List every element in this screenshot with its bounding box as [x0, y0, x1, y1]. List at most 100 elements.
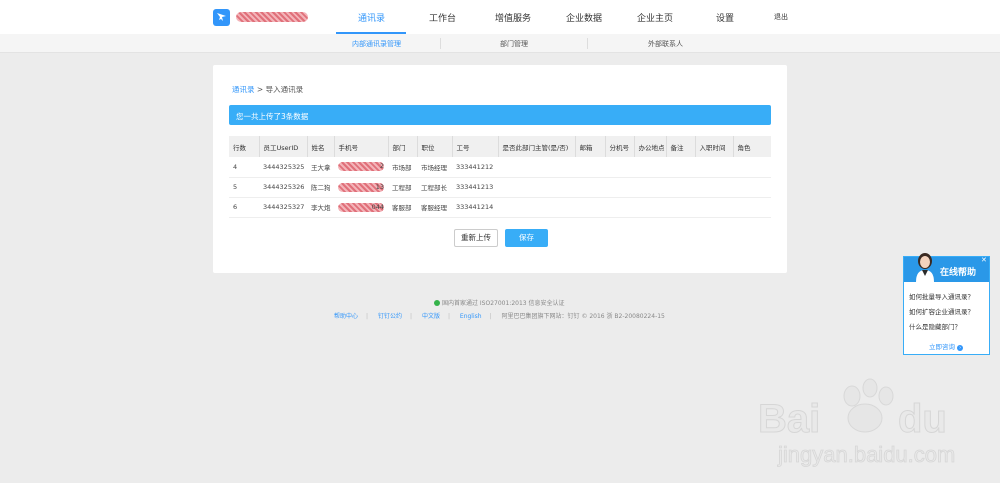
phone-redacted: 2	[338, 162, 384, 172]
col-dept: 部门	[387, 136, 417, 157]
subnav-divider	[587, 38, 588, 49]
cell-empty	[733, 177, 771, 198]
cell-empty	[666, 197, 695, 218]
cell-userid: 3444325326	[259, 177, 307, 198]
help-question-2[interactable]: 如何扩容企业通讯录？	[909, 306, 974, 316]
cell-title: 客服经理	[417, 197, 452, 218]
col-empno: 工号	[451, 136, 498, 157]
col-remark: 备注	[665, 136, 695, 157]
logout-link[interactable]: 退出	[774, 12, 788, 22]
footer-separator: |	[489, 313, 492, 320]
subnav-internal-contacts[interactable]: 内部通讯录管理	[352, 39, 401, 49]
cell-name: 陈二狗	[307, 177, 334, 198]
cell-dept: 客服部	[388, 197, 417, 218]
reupload-button[interactable]: 重新上传	[454, 229, 498, 247]
help-title: 在线帮助	[940, 268, 977, 278]
top-nav: 通讯录 工作台 增值服务 企业数据 企业主页 设置 退出	[0, 0, 1000, 34]
cell-dept: 工程部	[388, 177, 417, 198]
col-title: 职位	[416, 136, 452, 157]
col-name: 姓名	[306, 136, 334, 157]
nav-workbench[interactable]: 工作台	[429, 11, 456, 24]
cell-empty	[498, 197, 575, 218]
svg-text:jingyan.baidu.com: jingyan.baidu.com	[777, 442, 955, 467]
cell-empno: 333441213	[452, 177, 498, 198]
breadcrumb-current: 导入通讯录	[265, 85, 304, 94]
dingtalk-logo-icon[interactable]	[213, 9, 230, 26]
table-row: 4 3444325325 王大拿 2 市场部 市场经理 333441212	[229, 157, 771, 178]
svg-text:du: du	[898, 397, 947, 441]
chevron-right-icon: ›	[957, 345, 964, 351]
cell-empty	[634, 157, 666, 178]
help-question-1[interactable]: 如何批量导入通讯录？	[909, 291, 974, 301]
breadcrumb-root[interactable]: 通讯录	[232, 85, 255, 94]
breadcrumb-separator: >	[256, 85, 264, 94]
cell-row: 4	[229, 157, 259, 178]
col-email: 邮箱	[574, 136, 605, 157]
cell-phone: 13	[334, 177, 388, 198]
cell-empty	[575, 177, 605, 198]
cell-dept: 市场部	[388, 157, 417, 178]
breadcrumb: 通讯录 > 导入通讯录	[232, 84, 303, 95]
help-question-3[interactable]: 什么是隐藏部门？	[909, 321, 961, 331]
phone-redacted: 044	[338, 202, 384, 212]
cell-title: 工程部长	[417, 177, 452, 198]
cell-empty	[733, 197, 771, 218]
cert-text: 国内首家通过 ISO27001:2013 信息安全认证	[442, 300, 565, 307]
security-cert: 国内首家通过 ISO27001:2013 信息安全认证	[434, 298, 565, 307]
footer-separator: |	[447, 313, 450, 320]
phone-tail: 044	[371, 202, 384, 211]
cell-empno: 333441214	[452, 197, 498, 218]
cell-empty	[498, 157, 575, 178]
cell-name: 李大炮	[307, 197, 334, 218]
cell-phone: 2	[334, 157, 388, 178]
footer-convention[interactable]: 钉钉公约	[378, 313, 402, 320]
consult-now-link[interactable]: 立即咨询 ›	[929, 341, 964, 351]
cell-userid: 3444325327	[259, 197, 307, 218]
save-button[interactable]: 保存	[505, 229, 548, 247]
subnav-external-contacts[interactable]: 外部联系人	[648, 39, 683, 49]
cell-userid: 3444325325	[259, 157, 307, 178]
footer-english[interactable]: English	[460, 313, 482, 320]
redaction-mark	[338, 162, 384, 172]
footer-chinese[interactable]: 中文版	[422, 313, 440, 320]
cell-empty	[695, 177, 733, 198]
col-userid: 员工UserID	[258, 136, 307, 157]
col-phone: 手机号	[333, 136, 388, 157]
phone-tail: 13	[375, 182, 384, 191]
col-hire-date: 入职时间	[694, 136, 733, 157]
upload-summary-banner: 您一共上传了3条数据	[229, 105, 771, 125]
col-row: 行数	[229, 136, 259, 157]
cell-empty	[733, 157, 771, 178]
online-help-widget: 在线帮助 ✕ 如何批量导入通讯录？ 如何扩容企业通讯录？ 什么是隐藏部门？ 立即…	[903, 253, 990, 355]
import-card: 通讯录 > 导入通讯录 您一共上传了3条数据 行数 员工UserID 姓名 手机…	[213, 65, 787, 273]
cell-empty	[695, 157, 733, 178]
consult-now-label: 立即咨询	[929, 343, 955, 351]
footer-help-center[interactable]: 帮助中心	[334, 313, 358, 320]
sub-nav: 内部通讯录管理 部门管理 外部联系人	[0, 34, 1000, 53]
cell-empty	[695, 197, 733, 218]
cell-empty	[605, 177, 634, 198]
table-row: 6 3444325327 李大炮 044 客服部 客服经理 333441214	[229, 197, 771, 218]
subnav-departments[interactable]: 部门管理	[500, 39, 528, 49]
svg-text:Bai: Bai	[758, 397, 820, 441]
cell-row: 5	[229, 177, 259, 198]
baidu-jingyan-watermark-logo: Bai du jingyan.baidu.com	[758, 378, 956, 467]
cell-empty	[666, 177, 695, 198]
nav-value-added[interactable]: 增值服务	[495, 11, 531, 24]
nav-contacts[interactable]: 通讯录	[358, 11, 385, 24]
table-row: 5 3444325326 陈二狗 13 工程部 工程部长 333441213	[229, 177, 771, 198]
cell-empty	[634, 197, 666, 218]
nav-enterprise-data[interactable]: 企业数据	[566, 11, 602, 24]
support-agent-avatar	[916, 253, 934, 282]
nav-enterprise-home[interactable]: 企业主页	[637, 11, 673, 24]
cell-empty	[575, 157, 605, 178]
nav-settings[interactable]: 设置	[716, 11, 734, 24]
cell-empty	[605, 157, 634, 178]
cell-row: 6	[229, 197, 259, 218]
close-icon[interactable]: ✕	[981, 257, 988, 264]
cell-empno: 333441212	[452, 157, 498, 178]
cell-empty	[666, 157, 695, 178]
col-office: 办公地点	[633, 136, 666, 157]
cell-name: 王大拿	[307, 157, 334, 178]
cell-empty	[605, 197, 634, 218]
